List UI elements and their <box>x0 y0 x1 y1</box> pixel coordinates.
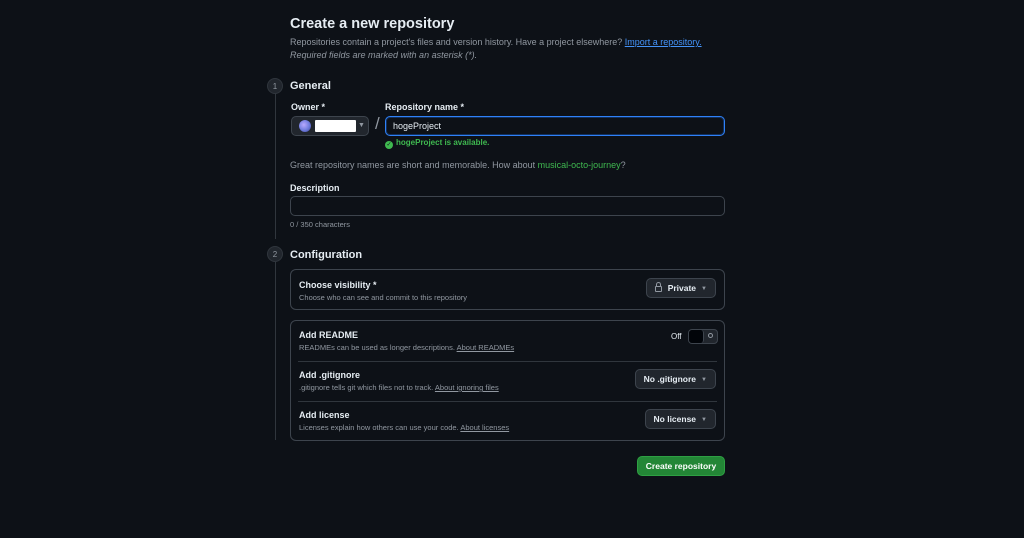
page-title: Create a new repository <box>290 16 455 32</box>
description-char-count: 0 / 350 characters <box>290 220 351 229</box>
visibility-title: Choose visibility * <box>299 280 377 290</box>
options-card: Add README READMEs can be used as longer… <box>290 320 725 441</box>
readme-desc: READMEs can be used as longer descriptio… <box>299 343 514 352</box>
description-label: Description <box>290 183 340 193</box>
create-repository-button[interactable]: Create repository <box>637 456 725 476</box>
chevron-down-icon: ▼ <box>358 122 365 129</box>
gitignore-select[interactable]: No .gitignore ▼ <box>634 369 716 389</box>
section-title-general: General <box>290 80 331 92</box>
check-circle-icon: ✓ <box>385 141 393 149</box>
about-readmes-link[interactable]: About READMEs <box>457 343 515 352</box>
license-select[interactable]: No license ▼ <box>644 409 716 429</box>
owner-select[interactable]: ▼ <box>291 116 369 136</box>
owner-repo-separator: / <box>375 114 380 133</box>
owner-avatar <box>299 120 311 132</box>
toggle-knob <box>689 330 704 343</box>
required-note: Required fields are marked with an aster… <box>290 50 478 60</box>
readme-toggle[interactable] <box>688 329 718 344</box>
name-hint-text: Great repository names are short and mem… <box>290 160 536 170</box>
divider <box>298 401 717 402</box>
name-hint-end: ? <box>620 160 626 170</box>
owner-label: Owner * <box>291 102 326 112</box>
step-2-line <box>275 262 276 440</box>
description-input[interactable] <box>290 196 725 216</box>
name-suggestion[interactable]: musical-octo-journey <box>538 160 621 170</box>
import-repository-link[interactable]: Import a repository. <box>625 37 702 47</box>
chevron-down-icon: ▼ <box>701 417 707 423</box>
license-value: No license <box>653 414 697 424</box>
intro-text-body: Repositories contain a project's files a… <box>290 37 623 47</box>
visibility-card: Choose visibility * Choose who can see a… <box>290 269 725 310</box>
toggle-off-icon <box>708 333 713 338</box>
divider <box>298 361 717 362</box>
readme-toggle-label: Off <box>671 332 682 341</box>
license-desc: Licenses explain how others can use your… <box>299 423 509 432</box>
gitignore-desc: .gitignore tells git which files not to … <box>299 383 499 392</box>
availability-message: ✓ hogeProject is available. <box>385 138 489 149</box>
step-2-number: 2 <box>267 246 283 262</box>
readme-title: Add README <box>299 330 358 340</box>
lock-icon <box>654 282 662 292</box>
step-1-number: 1 <box>267 78 283 94</box>
owner-name-redacted <box>315 120 356 132</box>
repo-name-label: Repository name * <box>385 102 465 112</box>
visibility-select[interactable]: Private ▼ <box>645 278 716 298</box>
gitignore-value: No .gitignore <box>643 374 697 384</box>
gitignore-title: Add .gitignore <box>299 370 360 380</box>
section-title-configuration: Configuration <box>290 249 363 261</box>
license-title: Add license <box>299 410 350 420</box>
step-1-line <box>275 93 276 239</box>
availability-text: hogeProject is available. <box>396 138 490 147</box>
gitignore-desc-text: .gitignore tells git which files not to … <box>299 383 434 392</box>
visibility-desc: Choose who can see and commit to this re… <box>299 293 467 302</box>
license-desc-text: Licenses explain how others can use your… <box>299 423 459 432</box>
readme-desc-text: READMEs can be used as longer descriptio… <box>299 343 455 352</box>
about-licenses-link[interactable]: About licenses <box>460 423 509 432</box>
name-hint: Great repository names are short and mem… <box>290 160 626 170</box>
about-ignoring-files-link[interactable]: About ignoring files <box>435 383 499 392</box>
chevron-down-icon: ▼ <box>701 377 707 383</box>
chevron-down-icon: ▼ <box>701 286 707 292</box>
repo-name-input[interactable]: hogeProject <box>385 116 725 136</box>
visibility-value: Private <box>667 283 697 293</box>
intro-text: Repositories contain a project's files a… <box>290 37 702 47</box>
